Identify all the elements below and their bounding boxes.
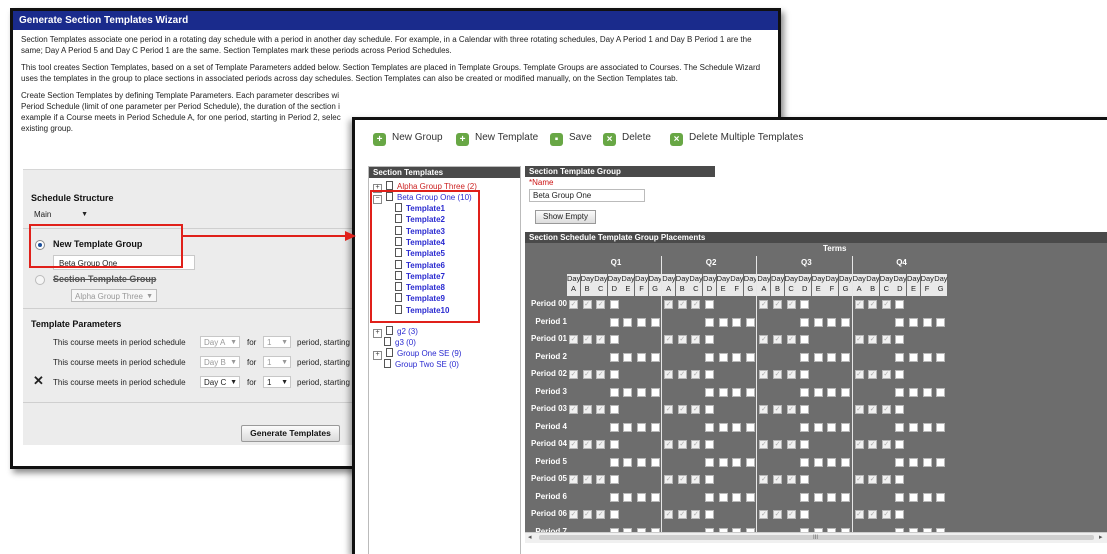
connector-arrow <box>183 231 356 241</box>
